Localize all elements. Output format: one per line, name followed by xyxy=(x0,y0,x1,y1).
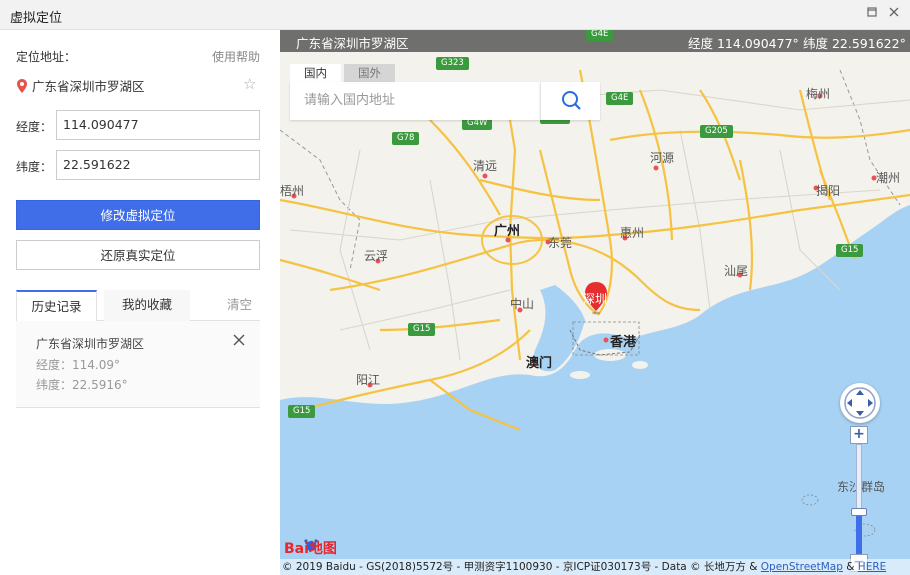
road-shield: G15 xyxy=(288,405,316,418)
city-label: 澳门 xyxy=(526,356,553,371)
map-copyright: © 2019 Baidu - GS(2018)5572号 - 甲测资字11009… xyxy=(280,559,910,575)
address-text: 广东省深圳市罗湖区 xyxy=(32,79,145,94)
map-latitude: 纬度 22.591622° xyxy=(803,36,906,51)
location-label: 定位地址： xyxy=(16,50,77,64)
city-label: 阳江 xyxy=(356,373,381,387)
city-label: 河源 xyxy=(650,151,675,165)
location-panel: 定位地址： 使用帮助 广东省深圳市罗湖区 ☆ 经度： 114.090477 纬度… xyxy=(0,30,280,575)
restore-location-button[interactable]: 还原真实定位 xyxy=(16,240,260,270)
road-shield: G15 xyxy=(836,244,864,257)
zoom-level-fill xyxy=(856,516,862,554)
map-longitude: 经度 114.090477° xyxy=(688,36,799,51)
pan-control[interactable] xyxy=(840,383,880,423)
city-label: 梅州 xyxy=(806,87,831,101)
city-label: 香港 xyxy=(610,335,637,350)
openstreetmap-link[interactable]: OpenStreetMap xyxy=(761,561,843,573)
longitude-input[interactable]: 114.090477 xyxy=(56,110,260,140)
modify-location-button[interactable]: 修改虚拟定位 xyxy=(16,200,260,230)
road-shield: G78 xyxy=(392,132,420,145)
city-label: 惠州 xyxy=(620,226,645,240)
history-list: 广东省深圳市罗湖区 经度：114.09° 纬度：22.5916° xyxy=(16,321,260,408)
current-address: 广东省深圳市罗湖区 xyxy=(16,76,145,95)
zoom-in-button[interactable]: + xyxy=(850,426,868,444)
city-label: 深圳 xyxy=(583,292,608,306)
title-bar: 虚拟定位 xyxy=(0,0,910,30)
tab-foreign[interactable]: 国外 xyxy=(344,64,395,82)
city-label: 清远 xyxy=(473,159,498,173)
search-input[interactable]: 请输入国内地址 xyxy=(290,82,540,120)
zoom-control: + − xyxy=(850,426,868,572)
tab-domestic[interactable]: 国内 xyxy=(290,64,341,82)
road-shield: G205 xyxy=(700,125,733,138)
map-search: 国内 国外 请输入国内地址 xyxy=(290,64,600,120)
map-address: 广东省深圳市罗湖区 xyxy=(296,36,409,51)
baidu-logo: Bai地图 xyxy=(284,541,337,557)
history-latitude: 纬度：22.5916° xyxy=(36,378,128,392)
window-title: 虚拟定位 xyxy=(10,11,63,26)
road-shield: G4E xyxy=(586,30,614,41)
pan-arrows-icon xyxy=(844,387,876,419)
clear-history-button[interactable]: 清空 xyxy=(227,290,252,321)
star-icon[interactable]: ☆ xyxy=(243,75,256,93)
search-icon xyxy=(562,91,581,110)
city-label: 东莞 xyxy=(548,236,573,250)
city-label: 揭阳 xyxy=(816,184,841,198)
road-shield: G4E xyxy=(606,92,634,105)
tab-favorites[interactable]: 我的收藏 xyxy=(104,290,190,321)
delete-history-icon[interactable] xyxy=(232,333,246,347)
latitude-input[interactable]: 22.591622 xyxy=(56,150,260,180)
longitude-label: 经度： xyxy=(16,120,53,134)
maximize-icon[interactable] xyxy=(864,6,880,22)
city-label: 梧州 xyxy=(280,184,305,198)
tab-history[interactable]: 历史记录 xyxy=(16,290,97,322)
zoom-slider-handle[interactable] xyxy=(851,508,867,516)
map-view[interactable]: 广东省深圳市罗湖区 经度 114.090477° 纬度 22.591622° G… xyxy=(280,30,910,575)
latitude-label: 纬度： xyxy=(16,160,53,174)
close-icon[interactable] xyxy=(886,6,902,22)
city-label: 潮州 xyxy=(876,171,901,185)
search-button[interactable] xyxy=(540,82,600,120)
city-label: 广州 xyxy=(494,224,521,239)
road-shield: G15 xyxy=(408,323,436,336)
history-tabs: 历史记录 我的收藏 清空 xyxy=(16,290,260,322)
history-longitude: 经度：114.09° xyxy=(36,358,120,372)
city-label: 云浮 xyxy=(364,249,389,263)
history-address: 广东省深圳市罗湖区 xyxy=(36,337,145,351)
help-link[interactable]: 使用帮助 xyxy=(212,48,260,65)
city-label: 中山 xyxy=(510,297,535,311)
here-link[interactable]: HERE xyxy=(858,561,886,573)
map-pin-icon xyxy=(17,78,27,93)
city-label: 汕尾 xyxy=(724,264,749,278)
